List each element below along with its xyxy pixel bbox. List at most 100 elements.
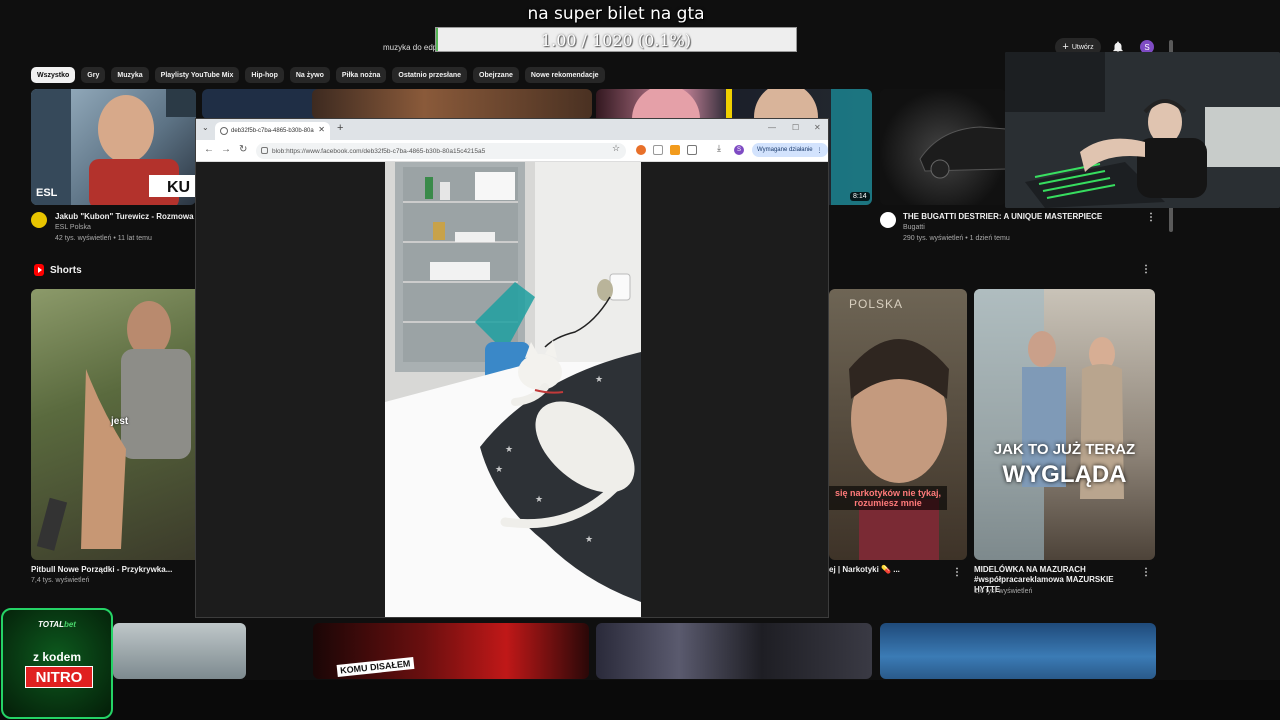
video-duration: 8:14 [850, 192, 870, 201]
shorts-title: Shorts [50, 264, 82, 276]
svg-text:★: ★ [495, 464, 503, 474]
plus-icon: + [1062, 40, 1069, 53]
video-thumbnail[interactable]: KOMU DISAŁEM [313, 623, 589, 679]
short-caption: się narkotyków nie tykaj, rozumiesz mnie [829, 486, 947, 510]
video-meta: 42 tys. wyświetleń • 11 lat temu [55, 235, 152, 242]
short-brand: POLSKA [849, 297, 904, 311]
new-tab-button[interactable]: + [337, 122, 343, 134]
short-caption-line2: WYGLĄDA [1002, 461, 1127, 488]
close-window-icon[interactable]: ✕ [814, 123, 821, 132]
sponsor-badge: TOTALbet z kodem NITRO [1, 608, 113, 719]
chip-music[interactable]: Muzyka [111, 67, 149, 83]
channel-avatar[interactable] [880, 212, 896, 228]
short-meta: 7,4 tys. wyświetleń [31, 577, 90, 584]
video-title[interactable]: THE BUGATTI DESTRIER: A UNIQUE MASTERPIE… [903, 212, 1102, 221]
globe-icon [220, 127, 228, 135]
maximize-icon[interactable]: ☐ [792, 123, 799, 132]
minimize-icon[interactable]: — [768, 123, 776, 132]
short-thumbnail[interactable]: jest [31, 289, 201, 560]
video-thumbnail[interactable] [596, 623, 872, 679]
video-thumbnail[interactable] [312, 89, 592, 119]
extension-icon[interactable] [636, 145, 646, 155]
video-thumbnail[interactable]: ESL KU [31, 89, 196, 205]
short-meta: 1,6 tys. wyświetleń [974, 588, 1033, 595]
thumbnail-art [974, 289, 1124, 560]
short-thumbnail[interactable]: POLSKA się narkotyków nie tykaj, rozumie… [829, 289, 967, 560]
tab-title: deb32f5b-c7ba-4865-b30b-80a [231, 128, 314, 134]
required-action-button[interactable]: Wymagane działanie ⋮ [752, 143, 828, 157]
site-info-icon[interactable] [261, 147, 268, 154]
profile-avatar[interactable]: S [734, 145, 744, 155]
page-content: ★ ★ ★ ★ ★ ★ ★ [196, 162, 828, 617]
download-icon[interactable]: ⤓ [717, 143, 721, 154]
extension-icon[interactable] [653, 145, 663, 155]
chip-recent[interactable]: Ostatnio przesłane [392, 67, 468, 83]
extensions-puzzle-icon[interactable] [687, 145, 697, 155]
svg-text:★: ★ [505, 444, 513, 454]
address-bar[interactable]: blob:https://www.facebook.com/deb32f5b-c… [256, 143, 626, 159]
stream-goal-title: na super bilet na gta [527, 4, 705, 24]
filter-chips: Wszystko Gry Muzyka Playlisty YouTube Mi… [31, 67, 605, 83]
chip-new[interactable]: Nowe rekomendacje [524, 67, 605, 83]
webcam-overlay [1005, 52, 1280, 208]
tab-search-icon[interactable]: ⌄ [202, 123, 209, 132]
cat-photo: ★ ★ ★ ★ ★ ★ ★ [385, 162, 641, 617]
channel-avatar[interactable] [31, 212, 47, 228]
more-options-icon[interactable]: ⋮ [1141, 567, 1151, 578]
tab-strip: ⌄ deb32f5b-c7ba-4865-b30b-80a ✕ + — ☐ ✕ [196, 119, 828, 140]
short-title[interactable]: Pitbull Nowe Porządki - Przykrywka... [31, 565, 172, 574]
goal-progress-bar: 1.00 / 1020 (0.1%) [435, 27, 797, 52]
youtube-search-input[interactable]: muzyka do edp [383, 43, 437, 52]
shorts-icon [34, 264, 44, 276]
thumbnail-text: KOMU DISAŁEM [336, 657, 414, 677]
forward-icon[interactable]: → [221, 144, 231, 155]
goal-progress-text: 1.00 / 1020 (0.1%) [540, 31, 692, 50]
reload-icon[interactable]: ↻ [239, 144, 247, 155]
chip-football[interactable]: Piłka nożna [335, 67, 387, 83]
short-title[interactable]: ej | Narkotyki 💊 ... [829, 565, 900, 574]
bottom-bar [0, 680, 1280, 720]
sponsor-brand-b: bet [63, 620, 76, 629]
chip-live[interactable]: Na żywo [289, 67, 330, 83]
chip-all[interactable]: Wszystko [31, 67, 76, 83]
menu-dots-icon: ⋮ [816, 147, 823, 154]
create-label: Utwórz [1071, 43, 1094, 51]
channel-name[interactable]: ESL Polska [55, 224, 91, 231]
back-icon[interactable]: ← [204, 144, 214, 155]
video-thumbnail[interactable] [113, 623, 246, 679]
required-action-label: Wymagane działanie [757, 147, 813, 153]
close-tab-icon[interactable]: ✕ [318, 125, 325, 134]
esl-logo-text: ESL [36, 187, 58, 199]
sponsor-code: NITRO [25, 666, 93, 688]
svg-text:★: ★ [595, 374, 603, 384]
browser-tab[interactable]: deb32f5b-c7ba-4865-b30b-80a ✕ [215, 122, 330, 140]
browser-window: ⌄ deb32f5b-c7ba-4865-b30b-80a ✕ + — ☐ ✕ … [195, 118, 829, 618]
streamer-webcam-image [1005, 52, 1280, 208]
video-thumbnail[interactable] [880, 89, 1006, 205]
sponsor-logo: TOTALbet [3, 620, 111, 629]
more-options-icon[interactable]: ⋮ [1146, 212, 1156, 223]
chip-watched[interactable]: Obejrzane [473, 67, 519, 83]
more-options-icon[interactable]: ⋮ [1141, 264, 1151, 275]
video-meta: 290 tys. wyświetleń • 1 dzień temu [903, 235, 1010, 242]
short-thumbnail[interactable]: JAK TO JUŻ TERAZ WYGLĄDA [974, 289, 1155, 560]
sponsor-brand-a: TOTAL [38, 620, 64, 629]
bookmark-star-icon[interactable]: ☆ [612, 143, 620, 154]
more-options-icon[interactable]: ⋮ [952, 567, 962, 578]
address-text: blob:https://www.facebook.com/deb32f5b-c… [272, 147, 486, 155]
sponsor-text: z kodem [32, 650, 81, 664]
cat-image: ★ ★ ★ ★ ★ ★ ★ [385, 162, 641, 617]
thumbnail-art [849, 339, 949, 560]
metamask-icon[interactable] [670, 145, 680, 155]
chip-games[interactable]: Gry [81, 67, 106, 83]
chip-playlists[interactable]: Playlisty YouTube Mix [154, 67, 240, 83]
video-title[interactable]: Jakub "Kubon" Turewicz - Rozmowa z P [55, 212, 207, 221]
video-thumbnail[interactable] [880, 623, 1156, 679]
short-caption-line1: JAK TO JUŻ TERAZ [993, 441, 1136, 458]
channel-name[interactable]: Bugatti [903, 224, 925, 231]
svg-text:★: ★ [535, 494, 543, 504]
thumbnail-text: KU [167, 179, 191, 196]
chip-hiphop[interactable]: Hip-hop [245, 67, 284, 83]
car-icon [919, 126, 1006, 179]
short-caption: jest [111, 416, 129, 427]
